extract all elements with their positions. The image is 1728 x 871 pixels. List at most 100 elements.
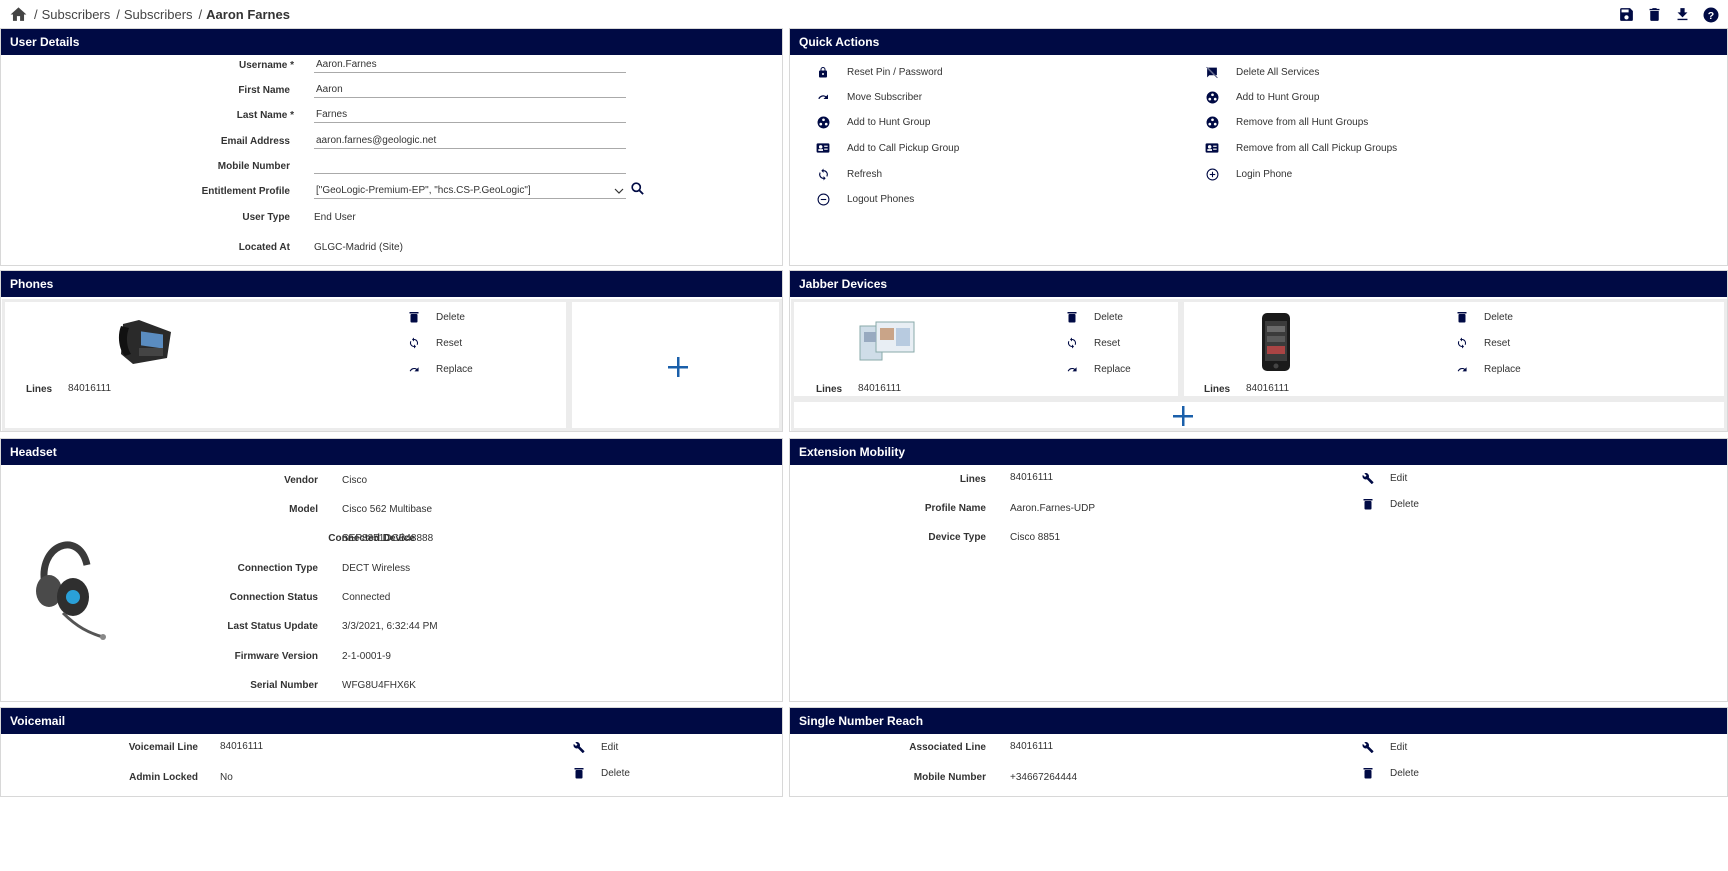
- wrench-icon: [573, 741, 585, 753]
- phone-delete-action[interactable]: Delete: [408, 311, 465, 323]
- phone-delete-label: Delete: [436, 311, 465, 323]
- home-icon[interactable]: [9, 5, 28, 24]
- single-number-reach-panel: Single Number Reach Associated Line 8401…: [789, 707, 1728, 797]
- reset-pin-label: Reset Pin / Password: [847, 66, 943, 78]
- plus-circle-icon: [1205, 167, 1219, 181]
- wrench-icon: [1362, 472, 1374, 484]
- jabber-mobile-delete-action[interactable]: Delete: [1456, 311, 1513, 323]
- delete-all-services-action[interactable]: Delete All Services: [1205, 65, 1319, 79]
- remove-hunt-groups-label: Remove from all Hunt Groups: [1236, 116, 1369, 128]
- snr-mobile-value: +34667264444: [1010, 772, 1078, 783]
- desk-phone-image[interactable]: [117, 314, 173, 369]
- contact-card-icon: [816, 141, 830, 155]
- last-name-field[interactable]: Farnes: [314, 109, 626, 123]
- email-field[interactable]: aaron.farnes@geologic.net: [314, 135, 626, 149]
- breadcrumb-separator: /: [116, 6, 120, 22]
- chevron-down-icon[interactable]: [614, 186, 624, 199]
- add-hunt-group-action-2[interactable]: Add to Hunt Group: [1205, 90, 1319, 104]
- quick-actions-header: Quick Actions: [790, 29, 1727, 55]
- logout-phones-label: Logout Phones: [847, 193, 915, 205]
- redo-arrow-icon: [408, 363, 420, 375]
- admin-locked-value: No: [220, 772, 233, 783]
- login-phone-label: Login Phone: [1236, 168, 1293, 180]
- phone-replace-action[interactable]: Replace: [408, 363, 473, 375]
- vendor-value: Cisco: [342, 475, 368, 486]
- username-label: Username *: [238, 60, 294, 71]
- remove-call-pickup-label: Remove from all Call Pickup Groups: [1236, 142, 1398, 154]
- delete-icon[interactable]: [1645, 5, 1664, 24]
- jabber-replace-action[interactable]: Replace: [1066, 363, 1131, 375]
- wrench-icon: [1362, 741, 1374, 753]
- phone-lines-label: Lines: [26, 384, 53, 395]
- trash-icon: [1066, 311, 1078, 323]
- add-phone-plus-icon[interactable]: [668, 357, 688, 377]
- first-name-field[interactable]: Aaron: [314, 84, 626, 98]
- voicemail-delete-action[interactable]: Delete: [573, 767, 630, 779]
- refresh-icon: [1456, 337, 1468, 349]
- save-icon[interactable]: [1617, 5, 1636, 24]
- headset-panel: Headset Vendor Cisco Model Cisco 562 Mul…: [0, 438, 783, 702]
- move-subscriber-action[interactable]: Move Subscriber: [816, 90, 922, 104]
- entitlement-select[interactable]: ["GeoLogic-Premium-EP", "hcs.CS-P.GeoLog…: [314, 185, 626, 199]
- group-icon: [1205, 115, 1219, 129]
- entitlement-label: Entitlement Profile: [201, 186, 290, 197]
- phone-replace-label: Replace: [436, 363, 473, 375]
- em-delete-action[interactable]: Delete: [1362, 498, 1419, 510]
- breadcrumb-item-subscribers-2[interactable]: Subscribers: [124, 7, 193, 22]
- jabber-mobile-reset-label: Reset: [1484, 337, 1511, 349]
- user-type-value: End User: [314, 212, 356, 223]
- phone-lines-value: 84016111: [68, 383, 112, 394]
- refresh-icon: [816, 167, 830, 181]
- refresh-action[interactable]: Refresh: [816, 167, 882, 181]
- add-phone-card[interactable]: [569, 299, 782, 431]
- remove-call-pickup-action[interactable]: Remove from all Call Pickup Groups: [1205, 141, 1397, 155]
- jabber-lines-value: 84016111: [858, 383, 902, 394]
- login-phone-action[interactable]: Login Phone: [1205, 167, 1292, 181]
- trash-icon: [573, 767, 585, 779]
- add-jabber-card[interactable]: [791, 399, 1727, 431]
- jabber-delete-action[interactable]: Delete: [1066, 311, 1123, 323]
- snr-edit-action[interactable]: Edit: [1362, 741, 1407, 753]
- phone-reset-action[interactable]: Reset: [408, 337, 462, 349]
- breadcrumb-current: Aaron Farnes: [206, 6, 290, 22]
- snr-delete-action[interactable]: Delete: [1362, 767, 1419, 779]
- serial-number-value: WFG8U4FHX6K: [342, 680, 416, 691]
- jabber-delete-label: Delete: [1094, 311, 1123, 323]
- reset-pin-action[interactable]: Reset Pin / Password: [816, 65, 943, 79]
- jabber-mobile-lines-label: Lines: [1204, 384, 1231, 395]
- trash-icon: [1362, 498, 1374, 510]
- username-field[interactable]: Aaron.Farnes: [314, 59, 626, 73]
- jabber-mobile-replace-label: Replace: [1484, 363, 1521, 375]
- jabber-reset-action[interactable]: Reset: [1066, 337, 1120, 349]
- phone-reset-label: Reset: [436, 337, 463, 349]
- breadcrumb-item-subscribers[interactable]: Subscribers: [42, 7, 111, 22]
- jabber-mobile-replace-action[interactable]: Replace: [1456, 363, 1521, 375]
- voicemail-edit-action[interactable]: Edit: [573, 741, 618, 753]
- jabber-mobile-reset-action[interactable]: Reset: [1456, 337, 1510, 349]
- remove-hunt-groups-action[interactable]: Remove from all Hunt Groups: [1205, 115, 1368, 129]
- download-icon[interactable]: [1673, 5, 1692, 24]
- user-type-label: User Type: [242, 212, 290, 223]
- redo-arrow-icon: [1066, 363, 1078, 375]
- mobile-label: Mobile Number: [217, 161, 290, 172]
- firmware-version-label: Firmware Version: [234, 651, 318, 662]
- add-hunt-group-action[interactable]: Add to Hunt Group: [816, 115, 930, 129]
- help-icon[interactable]: ?: [1701, 5, 1720, 24]
- voicemail-line-label: Voicemail Line: [128, 742, 198, 753]
- email-label: Email Address: [220, 136, 290, 147]
- svg-text:?: ?: [1707, 9, 1713, 21]
- logout-phones-action[interactable]: Logout Phones: [816, 192, 914, 206]
- mobile-field[interactable]: [314, 160, 626, 174]
- last-status-update-value: 3/3/2021, 6:32:44 PM: [342, 621, 438, 632]
- connection-type-value: DECT Wireless: [342, 563, 411, 574]
- search-icon[interactable]: [630, 181, 645, 199]
- em-edit-action[interactable]: Edit: [1362, 472, 1407, 484]
- phone-card: Lines 84016111 Delete Reset Replace: [2, 299, 569, 431]
- add-call-pickup-action[interactable]: Add to Call Pickup Group: [816, 141, 959, 155]
- phones-panel: Phones Lines 84016111 Delete Reset Repla…: [0, 270, 783, 432]
- jabber-desktop-image[interactable]: [858, 320, 916, 367]
- add-jabber-plus-icon[interactable]: [1173, 406, 1193, 426]
- jabber-lines-label: Lines: [816, 384, 843, 395]
- user-details-panel: User Details Username * Aaron.Farnes Fir…: [0, 28, 783, 266]
- mobile-phone-image[interactable]: [1260, 312, 1292, 375]
